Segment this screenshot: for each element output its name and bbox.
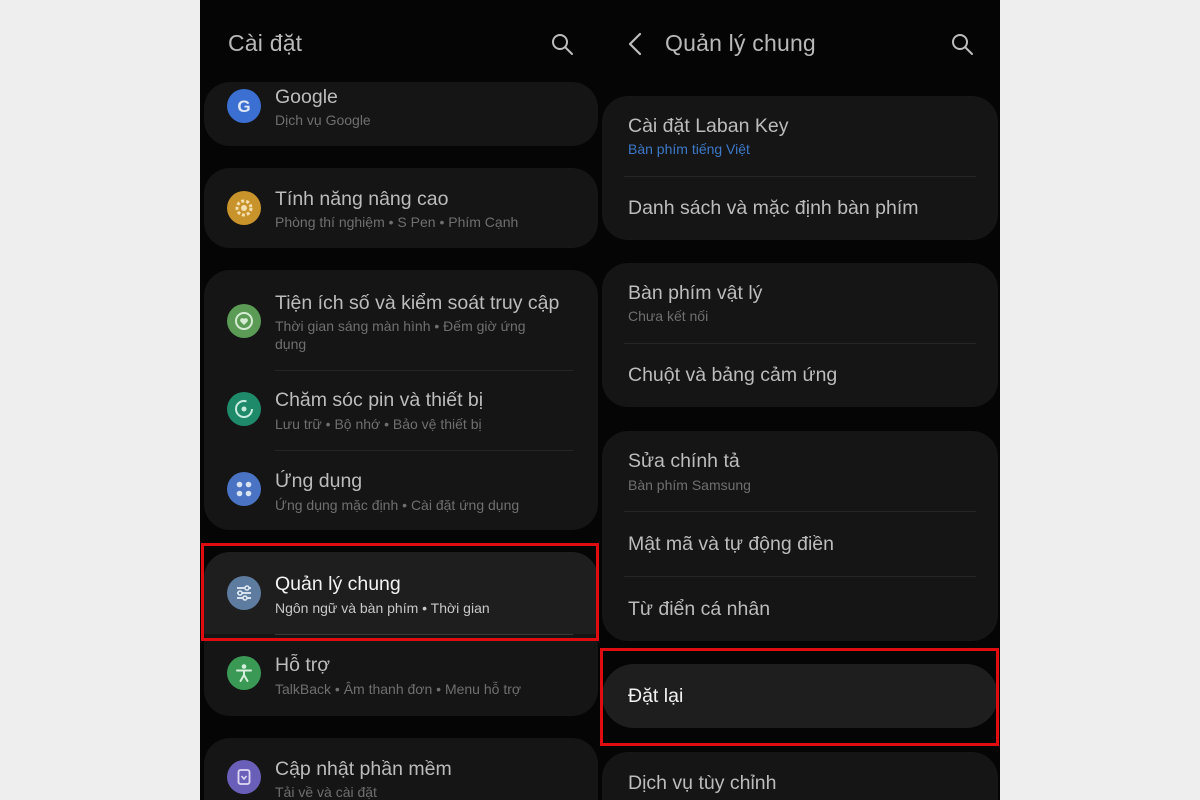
search-icon[interactable] xyxy=(950,32,974,56)
item-title: Danh sách và mặc định bàn phím xyxy=(628,197,919,219)
item-title: Từ điển cá nhân xyxy=(628,598,771,620)
item-title: Google xyxy=(275,86,338,108)
highlight-box xyxy=(201,543,599,641)
physical-input-card: Bàn phím vật lý Chưa kết nối Chuột và bả… xyxy=(602,263,998,407)
item-title: Cài đặt Laban Key xyxy=(628,115,789,137)
heart-circle-icon xyxy=(227,304,261,338)
item-subtitle: Thời gian sáng màn hình • Đếm giờ ứng xyxy=(275,318,526,334)
menu-item-spell-check[interactable]: Sửa chính tả Bàn phím Samsung xyxy=(602,431,998,511)
search-icon[interactable] xyxy=(550,32,574,56)
accessibility-icon xyxy=(227,656,261,690)
settings-card-software-update: Cập nhật phần mềm Tải về và cài đặt xyxy=(204,738,598,800)
menu-item-passwords-autofill[interactable]: Mật mã và tự động điền xyxy=(602,511,998,576)
item-title: Tiện ích số và kiểm soát truy cập xyxy=(275,292,560,314)
custom-service-card: Dịch vụ tùy chỉnh xyxy=(602,752,998,800)
page-title: Quản lý chung xyxy=(665,30,816,56)
item-subtitle: Dịch vụ Google xyxy=(275,112,371,128)
settings-item-accessibility[interactable]: Hỗ trợ TalkBack • Âm thanh đơn • Menu hỗ… xyxy=(204,634,598,716)
highlight-box xyxy=(600,648,999,746)
menu-item-keyboard-list[interactable]: Danh sách và mặc định bàn phím xyxy=(602,176,998,240)
settings-screen: Cài đặt G Google Dịch vụ Google Tính năn… xyxy=(200,0,600,800)
item-title: Bàn phím vật lý xyxy=(628,282,763,304)
page-title: Cài đặt xyxy=(228,30,303,56)
item-title: Ứng dụng xyxy=(275,470,363,492)
text-tools-card: Sửa chính tả Bàn phím Samsung Mật mã và … xyxy=(602,431,998,641)
item-subtitle: Phòng thí nghiệm • S Pen • Phím Cạnh xyxy=(275,214,519,230)
settings-card-advanced: Tính năng nâng cao Phòng thí nghiệm • S … xyxy=(204,168,598,248)
settings-item-digital-wellbeing[interactable]: Tiện ích số và kiểm soát truy cập Thời g… xyxy=(204,270,598,370)
google-icon: G xyxy=(227,89,261,123)
item-subtitle: TalkBack • Âm thanh đơn • Menu hỗ trợ xyxy=(275,681,522,697)
item-subtitle: Ứng dụng mặc định • Cài đặt ứng dụng xyxy=(275,497,520,513)
settings-card-google: G Google Dịch vụ Google xyxy=(204,82,598,146)
gear-icon xyxy=(227,191,261,225)
menu-item-laban-key[interactable]: Cài đặt Laban Key Bàn phím tiếng Việt xyxy=(602,96,998,176)
item-title: Hỗ trợ xyxy=(275,654,331,676)
item-title: Tính năng nâng cao xyxy=(275,188,449,210)
general-management-screen: Quản lý chung Cài đặt Laban Key Bàn phím… xyxy=(600,0,1000,800)
refresh-icon xyxy=(227,392,261,426)
item-subtitle: Bàn phím tiếng Việt xyxy=(628,141,750,157)
settings-item-google[interactable]: G Google Dịch vụ Google xyxy=(204,82,598,146)
apps-grid-icon xyxy=(227,472,261,506)
menu-item-custom-service[interactable]: Dịch vụ tùy chỉnh xyxy=(602,752,998,800)
menu-item-personal-dictionary[interactable]: Từ điển cá nhân xyxy=(602,576,998,641)
settings-item-apps[interactable]: Ứng dụng Ứng dụng mặc định • Cài đặt ứng… xyxy=(204,450,598,530)
menu-item-physical-keyboard[interactable]: Bàn phím vật lý Chưa kết nối xyxy=(602,263,998,343)
settings-item-battery-care[interactable]: Chăm sóc pin và thiết bị Lưu trữ • Bộ nh… xyxy=(204,370,598,450)
settings-item-advanced-features[interactable]: Tính năng nâng cao Phòng thí nghiệm • S … xyxy=(204,168,598,248)
back-arrow-icon[interactable] xyxy=(624,30,648,58)
item-title: Mật mã và tự động điền xyxy=(628,533,834,555)
item-title: Dịch vụ tùy chỉnh xyxy=(628,772,777,794)
item-title: Sửa chính tả xyxy=(628,450,740,472)
menu-item-mouse-trackpad[interactable]: Chuột và bảng cảm ứng xyxy=(602,343,998,407)
item-subtitle: Tải về và cài đặt xyxy=(275,784,377,800)
settings-header: Cài đặt xyxy=(200,0,600,90)
item-subtitle: Lưu trữ • Bộ nhớ • Bảo vệ thiết bị xyxy=(275,416,482,432)
general-management-header: Quản lý chung xyxy=(600,0,1000,90)
item-title: Cập nhật phần mềm xyxy=(275,758,452,780)
keyboard-card: Cài đặt Laban Key Bàn phím tiếng Việt Da… xyxy=(602,96,998,240)
item-title: Chăm sóc pin và thiết bị xyxy=(275,389,484,411)
item-subtitle: Bàn phím Samsung xyxy=(628,477,751,493)
item-subtitle-continued: dụng xyxy=(275,336,307,352)
settings-card-device: Tiện ích số và kiểm soát truy cập Thời g… xyxy=(204,270,598,530)
update-icon xyxy=(227,760,261,794)
item-subtitle: Chưa kết nối xyxy=(628,308,709,324)
item-title: Chuột và bảng cảm ứng xyxy=(628,364,838,386)
svg-text:G: G xyxy=(237,97,250,116)
settings-item-software-update[interactable]: Cập nhật phần mềm Tải về và cài đặt xyxy=(204,738,598,800)
